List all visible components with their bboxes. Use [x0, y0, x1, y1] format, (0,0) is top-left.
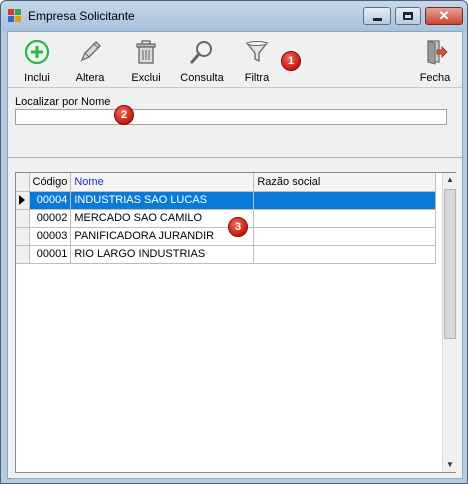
marker-2: 2	[114, 105, 134, 125]
row-indicator-header	[16, 173, 30, 192]
close-icon: ✕	[438, 8, 450, 23]
minimize-icon	[372, 17, 382, 21]
pencil-icon	[80, 41, 101, 62]
title-bar[interactable]: Empresa Solicitante ✕	[1, 1, 467, 31]
window-title: Empresa Solicitante	[28, 9, 135, 23]
scroll-down-icon[interactable]: ▼	[443, 458, 457, 472]
table-row[interactable]: 00003 PANIFICADORA JURANDIR	[16, 227, 437, 246]
column-header-codigo[interactable]: Código	[29, 173, 72, 192]
column-header-nome[interactable]: Nome	[70, 173, 255, 192]
add-circle-icon	[24, 39, 50, 65]
table-row[interactable]: 00002 MERCADO SAO CAMILO	[16, 209, 437, 228]
maximize-icon	[403, 12, 413, 20]
cell-codigo[interactable]: 00004	[29, 191, 72, 210]
consulta-button[interactable]: Consulta	[174, 36, 230, 86]
row-indicator	[16, 227, 30, 246]
grid-table: Código Nome Razão social 00004 INDUSTRIA…	[16, 173, 437, 264]
filtra-button[interactable]: Filtra	[229, 36, 285, 86]
cell-nome[interactable]: PANIFICADORA JURANDIR	[70, 227, 255, 246]
search-panel: Localizar por Nome 2	[8, 90, 462, 158]
cell-nome[interactable]: RIO LARGO INDUSTRIAS	[70, 245, 255, 264]
table-row[interactable]: 00004 INDUSTRIAS SAO LUCAS	[16, 191, 437, 210]
app-grid-icon	[8, 9, 22, 23]
exclui-label: Exclui	[131, 72, 161, 84]
cell-codigo[interactable]: 00003	[29, 227, 72, 246]
exit-door-icon	[427, 40, 448, 65]
client-area: Inclui Altera Exclui Consulta Filtra Fec…	[7, 31, 463, 479]
cell-razao-social[interactable]	[253, 209, 437, 228]
cell-nome[interactable]: INDUSTRIAS SAO LUCAS	[70, 191, 255, 210]
cell-codigo[interactable]: 00002	[29, 209, 72, 228]
data-grid: Código Nome Razão social 00004 INDUSTRIA…	[15, 172, 456, 473]
fecha-button[interactable]: Fecha	[407, 36, 463, 86]
marker-1: 1	[281, 51, 301, 71]
fecha-label: Fecha	[419, 72, 451, 84]
row-indicator	[16, 245, 30, 264]
search-input[interactable]	[15, 109, 447, 125]
consulta-label: Consulta	[180, 72, 224, 84]
cell-razao-social[interactable]	[253, 245, 437, 264]
current-row-pointer-icon	[19, 195, 25, 205]
app-window: Empresa Solicitante ✕ Inclui Altera Excl…	[0, 0, 468, 484]
toolbar: Inclui Altera Exclui Consulta Filtra Fec…	[8, 32, 462, 88]
altera-button[interactable]: Altera	[62, 36, 118, 86]
filtra-label: Filtra	[244, 72, 270, 84]
funnel-icon	[245, 41, 269, 63]
grid-header-row: Código Nome Razão social	[16, 173, 437, 192]
close-button[interactable]: ✕	[425, 7, 463, 25]
maximize-button[interactable]	[395, 7, 421, 25]
inclui-button[interactable]: Inclui	[9, 36, 65, 86]
minimize-button[interactable]	[363, 7, 391, 25]
inclui-label: Inclui	[24, 72, 50, 84]
marker-3: 3	[228, 217, 248, 237]
scroll-up-icon[interactable]: ▲	[443, 173, 457, 187]
magnifier-icon	[190, 41, 212, 64]
table-row[interactable]: 00001 RIO LARGO INDUSTRIAS	[16, 245, 437, 264]
row-indicator	[16, 209, 30, 228]
scroll-thumb[interactable]	[444, 189, 456, 339]
trash-icon	[136, 40, 156, 64]
cell-razao-social[interactable]	[253, 227, 437, 246]
cell-nome[interactable]: MERCADO SAO CAMILO	[70, 209, 255, 228]
vertical-scrollbar[interactable]: ▲ ▼	[442, 173, 456, 472]
cell-razao-social[interactable]	[253, 191, 437, 210]
search-label: Localizar por Nome	[15, 96, 111, 108]
row-indicator	[16, 191, 30, 210]
altera-label: Altera	[75, 72, 105, 84]
exclui-button[interactable]: Exclui	[118, 36, 174, 86]
column-header-razao-social[interactable]: Razão social	[253, 173, 437, 192]
cell-codigo[interactable]: 00001	[29, 245, 72, 264]
